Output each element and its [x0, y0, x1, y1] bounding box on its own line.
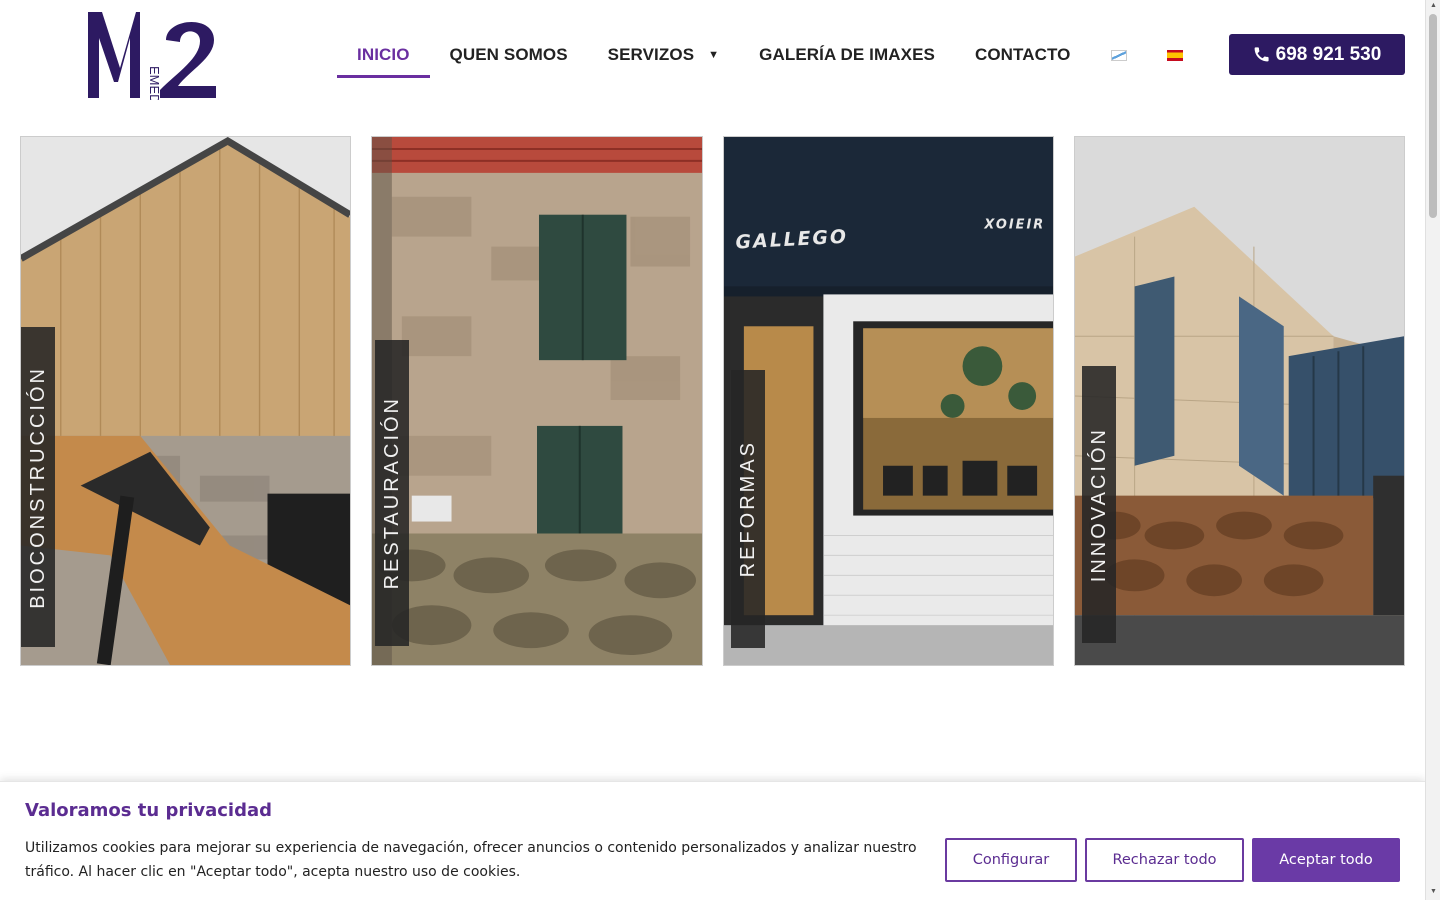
scroll-down-icon[interactable]: ▼ [1426, 886, 1440, 898]
m2-logo-icon: EMEDOUS [88, 12, 216, 100]
panel-label-box: RESTAURACIÓN [375, 340, 409, 646]
panel-bioconstruccion[interactable]: BIOCONSTRUCCIÓN [20, 136, 351, 666]
reject-all-button[interactable]: Rechazar todo [1085, 838, 1244, 882]
panel-label-box: INNOVACIÓN [1082, 366, 1116, 643]
shop-front-image: GALLEGO XOIEIR [724, 137, 1053, 665]
panel-label: BIOCONSTRUCCIÓN [26, 365, 49, 609]
nav-label: QUEN SOMOS [449, 45, 568, 64]
language-spanish[interactable] [1147, 32, 1203, 78]
nav-item-inicio[interactable]: INICIO [337, 32, 430, 78]
nav-label: GALERÍA DE IMAXES [759, 45, 935, 64]
panel-label: RESTAURACIÓN [380, 396, 403, 590]
panel-label: INNOVACIÓN [1087, 426, 1110, 583]
page-scrollbar[interactable]: ▲ ▼ [1425, 0, 1440, 900]
cookie-title: Valoramos tu privacidad [25, 800, 273, 821]
scroll-up-icon[interactable]: ▲ [1426, 0, 1440, 12]
main-nav: INICIO QUEN SOMOS SERVIZOS ▼ GALERÍA DE I… [337, 32, 1203, 78]
panel-reformas[interactable]: GALLEGO XOIEIR REFORMAS [723, 136, 1054, 666]
phone-number: 698 921 530 [1275, 43, 1382, 65]
configure-button[interactable]: Configurar [945, 838, 1077, 882]
phone-button[interactable]: 698 921 530 [1229, 34, 1405, 75]
site-header: EMEDOUS INICIO QUEN SOMOS SERVIZOS ▼ GALE… [0, 0, 1425, 110]
nav-label: CONTACTO [974, 45, 1071, 64]
nav-label: INICIO [357, 45, 410, 64]
stone-house-image [372, 137, 702, 665]
spanish-flag-icon [1166, 49, 1183, 61]
modern-building-image [1075, 137, 1404, 665]
nav-item-contacto[interactable]: CONTACTO [955, 32, 1091, 78]
galician-flag-icon [1110, 49, 1127, 61]
accept-all-button[interactable]: Aceptar todo [1252, 838, 1400, 882]
panel-label-box: REFORMAS [731, 370, 765, 648]
cookie-banner: Valoramos tu privacidad Utilizamos cooki… [0, 781, 1425, 900]
shop-sign-text-2: XOIEIR [983, 218, 1045, 233]
language-galician[interactable] [1091, 32, 1147, 78]
site-logo[interactable]: EMEDOUS [86, 10, 218, 100]
nav-item-servizos[interactable]: SERVIZOS ▼ [588, 32, 739, 78]
phone-icon [1254, 47, 1269, 62]
scrollbar-thumb[interactable] [1429, 14, 1437, 218]
nav-label: SERVIZOS [607, 45, 695, 64]
wooden-house-image [21, 137, 350, 665]
panel-innovacion[interactable]: INNOVACIÓN [1074, 136, 1405, 666]
nav-item-galeria[interactable]: GALERÍA DE IMAXES [739, 32, 955, 78]
logo-subtitle: EMEDOUS [147, 66, 162, 100]
panel-restauracion[interactable]: RESTAURACIÓN [371, 136, 703, 666]
panel-label-box: BIOCONSTRUCCIÓN [21, 327, 55, 647]
panel-label: REFORMAS [736, 440, 759, 578]
cookie-text: Utilizamos cookies para mejorar su exper… [25, 840, 917, 880]
nav-item-quen-somos[interactable]: QUEN SOMOS [430, 32, 588, 78]
caret-down-icon: ▼ [708, 49, 720, 61]
